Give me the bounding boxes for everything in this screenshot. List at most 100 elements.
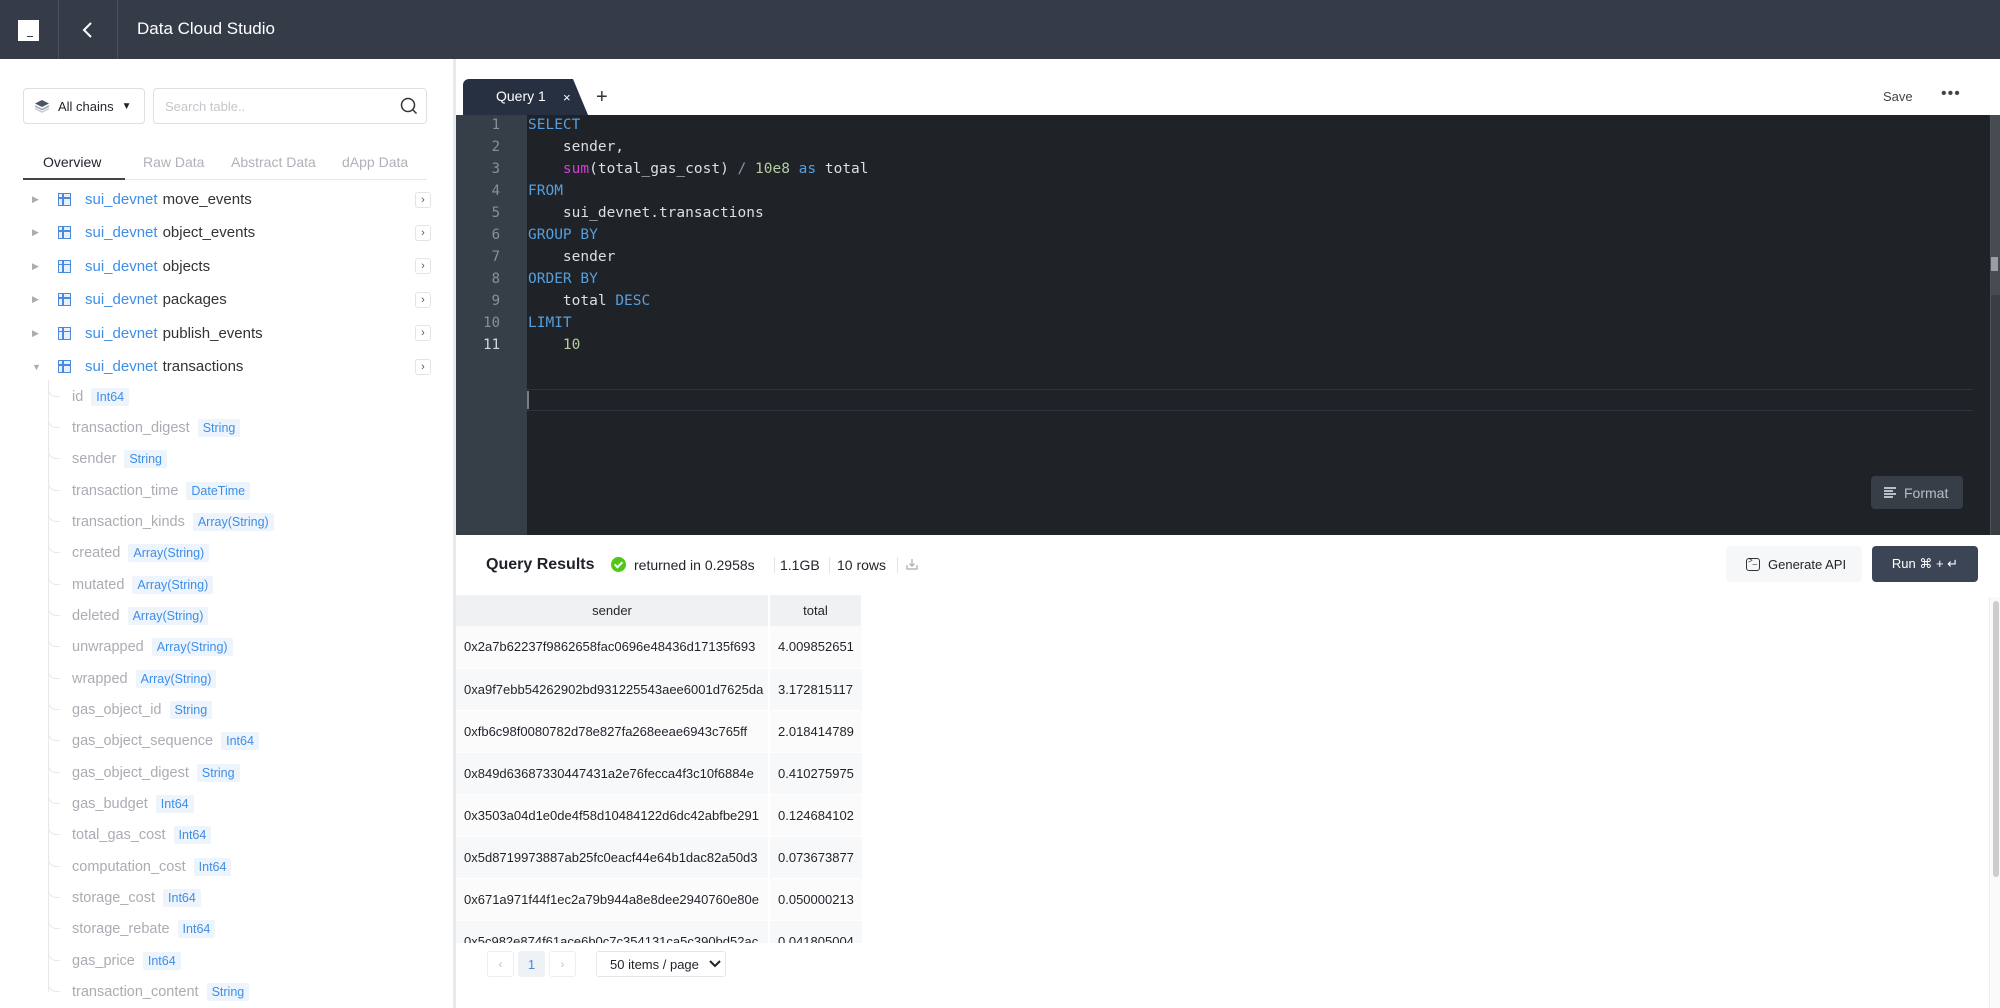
column-item[interactable]: storage_rebate Int64 (48, 914, 216, 945)
column-item[interactable]: total_gas_cost Int64 (48, 820, 212, 851)
open-table-button[interactable]: › (415, 325, 431, 342)
next-page-button[interactable]: › (549, 951, 576, 977)
cell-total[interactable]: 3.172815117 (769, 668, 862, 711)
column-item[interactable]: created Array(String) (48, 538, 210, 569)
column-item[interactable]: sender String (48, 444, 167, 475)
code-line[interactable]: LIMIT (527, 315, 572, 337)
tab-abstract-data[interactable]: Abstract Data (231, 154, 316, 170)
code-line[interactable]: ORDER BY (527, 271, 598, 293)
cell-total[interactable]: 0.124684102 (769, 794, 862, 837)
code-line[interactable]: sender, (527, 139, 624, 161)
save-button[interactable]: Save (1883, 89, 1913, 104)
column-header-sender[interactable]: sender (456, 595, 770, 626)
cell-total[interactable]: 2.018414789 (769, 710, 862, 753)
table-row[interactable]: 0x3503a04d1e0de4f58d10484122d6dc42abfbe2… (456, 794, 862, 837)
generate-api-button[interactable]: Generate API (1726, 546, 1862, 582)
column-item[interactable]: id Int64 (48, 381, 130, 412)
table-row[interactable]: 0x5d8719973887ab25fc0eacf44e64b1dac82a50… (456, 836, 862, 879)
table-row[interactable]: 0x2a7b62237f9862658fac0696e48436d17135f6… (456, 626, 862, 669)
cell-sender[interactable]: 0x3503a04d1e0de4f58d10484122d6dc42abfbe2… (456, 794, 770, 837)
page-size-select[interactable]: 50 items / page (596, 951, 726, 977)
chain-select[interactable]: All chains ▼ (23, 88, 145, 124)
code-line[interactable]: FROM (527, 183, 563, 205)
search-icon[interactable] (400, 97, 418, 115)
column-item[interactable]: computation_cost Int64 (48, 851, 232, 882)
tab-dapp-data[interactable]: dApp Data (342, 154, 408, 170)
table-row[interactable]: 0x849d63687330447431a2e76fecca4f3c10f688… (456, 752, 862, 795)
column-item[interactable]: transaction_time DateTime (48, 475, 251, 506)
column-item[interactable]: gas_price Int64 (48, 945, 181, 976)
column-item[interactable]: unwrapped Array(String) (48, 632, 233, 663)
tab-raw-data[interactable]: Raw Data (143, 154, 204, 170)
caret-right-icon[interactable]: ▶ (32, 227, 46, 238)
column-item[interactable]: gas_object_digest String (48, 757, 240, 788)
table-item[interactable]: ▶ sui_devnet packages › (23, 283, 433, 316)
table-item[interactable]: ▶ sui_devnet move_events › (23, 183, 433, 216)
cell-sender[interactable]: 0x849d63687330447431a2e76fecca4f3c10f688… (456, 752, 770, 795)
cell-total[interactable]: 0.041805004 (769, 920, 862, 943)
caret-right-icon[interactable]: ▶ (32, 261, 46, 272)
column-item[interactable]: storage_cost Int64 (48, 883, 201, 914)
search-input[interactable] (154, 89, 374, 123)
run-button[interactable]: Run ⌘ + ↵ (1872, 546, 1978, 582)
caret-down-icon[interactable]: ▼ (32, 362, 46, 372)
cell-sender[interactable]: 0xa9f7ebb54262902bd931225543aee6001d7625… (456, 668, 770, 711)
cell-total[interactable]: 4.009852651 (769, 626, 862, 669)
table-item[interactable]: ▶ sui_devnet object_events › (23, 216, 433, 249)
table-item[interactable]: ▶ sui_devnet objects › (23, 250, 433, 283)
caret-right-icon[interactable]: ▶ (32, 294, 46, 305)
column-item[interactable]: gas_budget Int64 (48, 789, 194, 820)
open-table-button[interactable]: › (415, 358, 431, 375)
cell-total[interactable]: 0.410275975 (769, 752, 862, 795)
page-1-button[interactable]: 1 (518, 951, 545, 977)
more-options-icon[interactable]: ••• (1941, 85, 1961, 103)
add-tab-button[interactable]: + (596, 86, 608, 109)
code-line[interactable]: 10 (527, 337, 580, 359)
cell-sender[interactable]: 0x2a7b62237f9862658fac0696e48436d17135f6… (456, 626, 770, 669)
caret-right-icon[interactable]: ▶ (32, 194, 46, 205)
sql-editor[interactable]: 1 2 3 4 5 6 7 8 9 10 11 SELECT sender, sum(total_g… (456, 115, 2000, 535)
table-row[interactable]: 0xa9f7ebb54262902bd931225543aee6001d7625… (456, 668, 862, 711)
column-item[interactable]: wrapped Array(String) (48, 663, 217, 694)
cell-sender[interactable]: 0x5d8719973887ab25fc0eacf44e64b1dac82a50… (456, 836, 770, 879)
cell-total[interactable]: 0.050000213 (769, 878, 862, 921)
table-item[interactable]: ▼ sui_devnet transactions › (23, 350, 433, 383)
close-tab-icon[interactable]: × (563, 90, 571, 105)
scrollbar-thumb[interactable] (1993, 601, 1999, 877)
editor-scrollbar[interactable] (1990, 115, 2000, 535)
code-line[interactable]: GROUP BY (527, 227, 598, 249)
back-button[interactable] (58, 0, 118, 59)
caret-right-icon[interactable]: ▶ (32, 328, 46, 339)
code-line[interactable]: sum(total_gas_cost) / 10e8 as total (527, 161, 869, 183)
column-item[interactable]: transaction_digest String (48, 412, 241, 443)
cell-sender[interactable]: 0x5c982e874f61ace6b0c7c354131ca5c390bd52… (456, 920, 770, 943)
open-table-button[interactable]: › (415, 291, 431, 308)
download-icon[interactable] (906, 558, 918, 570)
prev-page-button[interactable]: ‹ (487, 951, 514, 977)
code-line[interactable]: SELECT (527, 117, 580, 139)
cell-sender[interactable]: 0x671a971f44f1ec2a79b944a8e8dee2940760e8… (456, 878, 770, 921)
column-item[interactable]: gas_object_sequence Int64 (48, 726, 259, 757)
column-item[interactable]: transaction_content String (48, 977, 250, 1008)
column-item[interactable]: deleted Array(String) (48, 600, 209, 631)
open-table-button[interactable]: › (415, 258, 431, 275)
code-line[interactable]: sender (527, 249, 615, 271)
column-item[interactable]: mutated Array(String) (48, 569, 214, 600)
code-line[interactable]: sui_devnet.transactions (527, 205, 764, 227)
table-row[interactable]: 0x671a971f44f1ec2a79b944a8e8dee2940760e8… (456, 878, 862, 921)
table-row[interactable]: 0xfb6c98f0080782d78e827fa268eeae6943c765… (456, 710, 862, 753)
format-button[interactable]: Format (1871, 476, 1963, 509)
table-row[interactable]: 0x5c982e874f61ace6b0c7c354131ca5c390bd52… (456, 920, 862, 943)
code-line[interactable]: total DESC (527, 293, 650, 315)
app-logo-icon[interactable] (18, 20, 39, 41)
open-table-button[interactable]: › (415, 191, 431, 208)
tab-overview[interactable]: Overview (43, 154, 101, 170)
cell-total[interactable]: 0.073673877 (769, 836, 862, 879)
cell-sender[interactable]: 0xfb6c98f0080782d78e827fa268eeae6943c765… (456, 710, 770, 753)
table-item[interactable]: ▶ sui_devnet publish_events › (23, 317, 433, 350)
open-table-button[interactable]: › (415, 224, 431, 241)
column-item[interactable]: transaction_kinds Array(String) (48, 506, 274, 537)
query-tab[interactable]: Query 1 × (463, 79, 588, 115)
column-item[interactable]: gas_object_id String (48, 695, 213, 726)
column-header-total[interactable]: total (769, 595, 863, 626)
